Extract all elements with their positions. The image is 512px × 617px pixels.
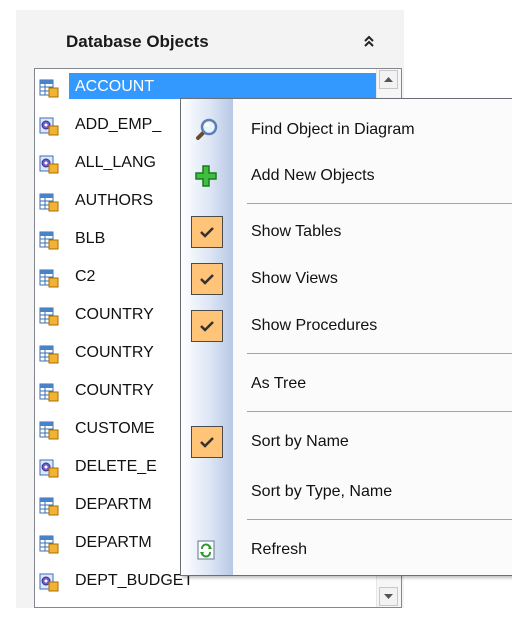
menu-separator: [247, 519, 512, 520]
procedure-icon: [39, 116, 59, 136]
menu-separator: [247, 353, 512, 354]
list-item-label: ALL_LANG: [75, 154, 156, 171]
list-item-label: BLB: [75, 230, 106, 247]
checkmark-icon: [191, 263, 223, 295]
menu-item-label: Sort by Type, Name: [251, 483, 393, 500]
menu-item-show-tables[interactable]: Show Tables: [181, 209, 512, 255]
menu-item-label: Show Procedures: [251, 317, 378, 334]
menu-item-show-procedures[interactable]: Show Procedures: [181, 303, 512, 349]
menu-item-show-views[interactable]: Show Views: [181, 256, 512, 302]
panel-header: Database Objects: [16, 10, 404, 68]
procedure-icon: [39, 572, 59, 592]
arrow-down-icon: [384, 594, 393, 599]
panel-title: Database Objects: [66, 32, 209, 51]
list-item-label: COUNTRY: [75, 306, 154, 323]
checkmark-icon: [191, 310, 223, 342]
table-icon: [39, 230, 59, 250]
table-icon: [39, 420, 59, 440]
green-plus-icon: [193, 163, 219, 189]
menu-item-label: Add New Objects: [251, 167, 375, 184]
menu-item-as-tree[interactable]: As Tree: [181, 361, 512, 407]
menu-item-label: Show Tables: [251, 223, 342, 240]
menu-item-add-new-objects[interactable]: Add New Objects: [181, 153, 512, 199]
context-menu: Find Object in Diagram Add New Objects S…: [180, 98, 512, 576]
menu-item-sort-by-name[interactable]: Sort by Name: [181, 419, 512, 465]
table-icon: [39, 344, 59, 364]
checkmark-icon: [191, 426, 223, 458]
table-icon: [39, 192, 59, 212]
list-item-label: DELETE_E: [75, 458, 157, 475]
procedure-icon: [39, 458, 59, 478]
checkmark-icon: [191, 216, 223, 248]
table-icon: [39, 306, 59, 326]
list-item-label: COUNTRY: [75, 344, 154, 361]
menu-item-label: Refresh: [251, 541, 308, 558]
menu-item-label: Find Object in Diagram: [251, 121, 415, 138]
list-item-label: COUNTRY: [75, 382, 154, 399]
refresh-icon: [193, 537, 219, 563]
list-item-label: ACCOUNT: [75, 78, 155, 95]
menu-item-refresh[interactable]: Refresh: [181, 527, 512, 573]
menu-separator: [247, 203, 512, 204]
arrow-up-icon: [384, 77, 393, 82]
menu-separator: [247, 411, 512, 412]
list-item-label: CUSTOME: [75, 420, 155, 437]
table-icon: [39, 78, 59, 98]
double-chevron-up-icon[interactable]: [360, 32, 378, 50]
magnifier-icon: [193, 117, 219, 143]
table-icon: [39, 534, 59, 554]
menu-item-sort-by-type-name[interactable]: Sort by Type, Name: [181, 469, 512, 515]
list-item-label: AUTHORS: [75, 192, 154, 209]
scroll-up-button[interactable]: [379, 70, 398, 89]
list-item-label: ADD_EMP_: [75, 116, 162, 133]
menu-item-label: Show Views: [251, 270, 338, 287]
menu-item-label: As Tree: [251, 375, 307, 392]
scroll-down-button[interactable]: [379, 587, 398, 606]
list-item-label: DEPARTM: [75, 534, 152, 551]
table-icon: [39, 382, 59, 402]
list-item-label: DEPT_BUDGET: [75, 572, 194, 589]
menu-item-label: Sort by Name: [251, 433, 349, 450]
list-item-label: DEPARTM: [75, 496, 152, 513]
table-icon: [39, 268, 59, 288]
list-item-label: C2: [75, 268, 96, 285]
table-icon: [39, 496, 59, 516]
procedure-icon: [39, 154, 59, 174]
menu-item-find-object[interactable]: Find Object in Diagram: [181, 107, 512, 153]
